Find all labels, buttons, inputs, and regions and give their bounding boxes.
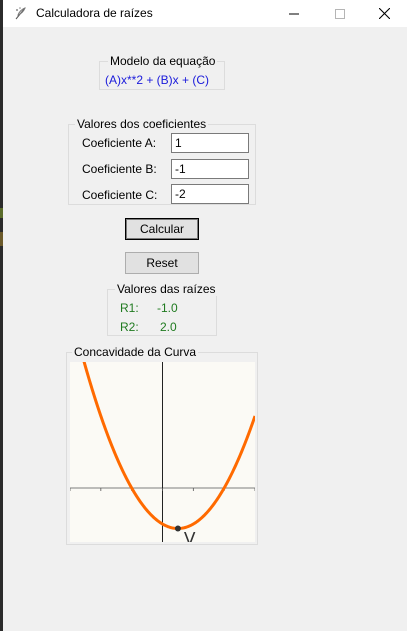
app-window: Calculadora de raízes Modelo da equação … (0, 0, 407, 631)
maximize-button[interactable] (317, 0, 363, 27)
close-button[interactable] (361, 0, 407, 27)
vertex-point (174, 525, 181, 532)
equation-model-legend: Modelo da equação (108, 54, 218, 68)
curve-plot: V (68, 307, 257, 550)
r2-label: R2: (120, 320, 139, 334)
coefficient-c-label: Coeficiente C: (82, 188, 158, 202)
window-title: Calculadora de raízes (36, 6, 153, 20)
maximize-icon (335, 8, 345, 19)
feather-icon (15, 7, 26, 20)
minimize-icon (289, 13, 299, 14)
coefficient-c-input[interactable] (171, 184, 249, 204)
minimize-button[interactable] (271, 0, 317, 27)
curve-legend: Concavidade da Curva (72, 345, 199, 359)
r1-value: -1.0 (157, 301, 178, 315)
equation-text: (A)x**2 + (B)x + (C) (105, 73, 210, 87)
reset-button[interactable]: Reset (125, 252, 199, 274)
client-area: Modelo da equação (A)x**2 + (B)x + (C) V… (3, 27, 407, 631)
parabola-chart: V (68, 307, 257, 550)
coefficient-b-input[interactable] (171, 159, 249, 179)
close-icon (378, 8, 390, 19)
coefficient-a-label: Coeficiente A: (82, 136, 157, 150)
coefficients-group: Valores dos coeficientes Coeficiente A: … (68, 117, 256, 205)
vertex-label: V (184, 530, 196, 543)
coefficient-a-input[interactable] (171, 133, 249, 153)
r2-value: 2.0 (160, 320, 177, 334)
equation-model-group: Modelo da equação (A)x**2 + (B)x + (C) (99, 54, 225, 90)
coefficient-b-label: Coeficiente B: (82, 162, 157, 176)
title-bar[interactable]: Calculadora de raízes (3, 0, 407, 27)
roots-legend: Valores das raízes (115, 282, 218, 296)
calculate-button[interactable]: Calcular (125, 218, 199, 240)
roots-group: Valores das raízes R1: -1.0 R2: 2.0 (107, 282, 218, 336)
r1-label: R1: (120, 301, 139, 315)
coefficients-legend: Valores dos coeficientes (75, 117, 209, 131)
curve-group: Concavidade da Curva V (66, 307, 258, 550)
